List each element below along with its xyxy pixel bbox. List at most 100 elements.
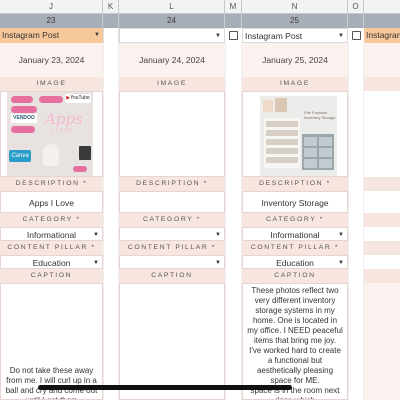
column-header-m[interactable]: M: [225, 0, 242, 14]
day-number: 25: [242, 14, 348, 28]
description-field-partial: [364, 191, 400, 213]
spacer-cell: [103, 14, 119, 28]
caption-field[interactable]: These photos reflect two very different …: [242, 283, 348, 400]
column-header-bar: J K L M N O: [0, 0, 400, 14]
post-date[interactable]: January 23, 2024: [0, 43, 103, 77]
content-pillar-value: Education: [276, 258, 314, 268]
post-checkbox[interactable]: [229, 31, 238, 40]
caption-label: CAPTION: [119, 269, 225, 283]
chevron-down-icon: ▼: [215, 232, 221, 238]
content-pillar-dropdown[interactable]: ▼: [119, 255, 225, 269]
category-dropdown[interactable]: Informational ▼: [242, 227, 348, 241]
category-dropdown[interactable]: ▼: [119, 227, 225, 241]
spacer-column: [103, 43, 119, 400]
spacer-column: [225, 43, 242, 400]
category-value: Informational: [26, 230, 77, 240]
image-label: IMAGE: [242, 77, 348, 91]
vase-icon: [43, 144, 59, 166]
pill-decoration: [73, 166, 87, 172]
description-field[interactable]: Apps I Love: [0, 191, 103, 213]
youtube-logo: ▶YouTube: [65, 94, 91, 103]
decor-item: [275, 98, 287, 112]
platform-dropdown[interactable]: Instagram Post ▼: [0, 28, 103, 43]
image-cell[interactable]: Fair Function Inventory Storage: [242, 91, 348, 177]
platform-dropdown[interactable]: Instagram Post ▼: [242, 28, 348, 43]
caption-label-partial: [364, 269, 400, 283]
canva-logo: Canva: [9, 150, 31, 162]
content-pillar-dropdown-partial: [364, 255, 400, 269]
category-label: CATEGORY *: [119, 213, 225, 227]
image-cell[interactable]: ▶YouTube VENDOO Apps I LOVE Canva: [0, 91, 103, 177]
inventory-storage-thumbnail[interactable]: Fair Function Inventory Storage: [260, 96, 337, 176]
post-date[interactable]: January 25, 2024: [242, 43, 348, 77]
platform-value: Instagram: [366, 30, 400, 40]
caption-field[interactable]: [119, 283, 225, 400]
pill-decoration: [39, 96, 63, 103]
chevron-down-icon: ▼: [93, 232, 99, 238]
platform-value: Instagram Post: [245, 31, 303, 41]
apps-subtitle: I LOVE: [51, 128, 74, 134]
day-number-row: 23 24 25: [0, 14, 400, 28]
platform-dropdown[interactable]: ▼: [119, 28, 225, 43]
content-pillar-value: Education: [32, 258, 71, 268]
content-pillar-label: CONTENT PILLAR *: [242, 241, 348, 255]
image-cell-partial: [364, 91, 400, 177]
chevron-down-icon: ▼: [215, 33, 221, 39]
post-date[interactable]: January 24, 2024: [119, 43, 225, 77]
column-header-j[interactable]: J: [0, 0, 103, 14]
chevron-down-icon: ▼: [215, 260, 221, 266]
content-pillar-label: CONTENT PILLAR *: [0, 241, 103, 255]
description-label: DESCRIPTION *: [0, 177, 103, 191]
chevron-down-icon: ▼: [94, 32, 100, 38]
post-checkbox[interactable]: [352, 31, 361, 40]
storage-drawers: [264, 118, 300, 168]
column-header-o[interactable]: O: [348, 0, 364, 14]
content-pillar-dropdown[interactable]: Education ▼: [242, 255, 348, 269]
description-field[interactable]: [119, 191, 225, 213]
pill-decoration: [11, 106, 37, 113]
storage-bins: [302, 134, 334, 170]
spacer-cell: [348, 14, 364, 28]
horizontal-scrollbar[interactable]: [38, 385, 292, 390]
checkbox-cell: [348, 28, 364, 43]
image-cell-empty[interactable]: [119, 91, 225, 177]
apps-i-love-thumbnail[interactable]: ▶YouTube VENDOO Apps I LOVE Canva: [7, 92, 93, 176]
category-dropdown-partial: [364, 227, 400, 241]
category-value: Informational: [270, 230, 320, 240]
category-dropdown[interactable]: Informational ▼: [0, 227, 103, 241]
caption-label: CAPTION: [0, 269, 103, 283]
description-field[interactable]: Inventory Storage: [242, 191, 348, 213]
column-header-n[interactable]: N: [242, 0, 348, 14]
checkbox-cell: [225, 28, 242, 43]
caption-label: CAPTION: [242, 269, 348, 283]
image-label: IMAGE: [0, 77, 103, 91]
chevron-down-icon: ▼: [338, 260, 344, 266]
description-label: DESCRIPTION *: [119, 177, 225, 191]
chevron-down-icon: ▼: [338, 232, 344, 238]
day-number: 23: [0, 14, 103, 28]
apps-title: Apps: [45, 110, 83, 128]
column-header-k[interactable]: K: [103, 0, 119, 14]
pill-decoration: [11, 126, 35, 133]
image-label-partial: [364, 77, 400, 91]
caption-text: Do not take these away from me. I will c…: [5, 366, 98, 399]
spacer-cell: [225, 14, 242, 28]
vendoo-logo: VENDOO: [11, 114, 37, 123]
platform-dropdown[interactable]: Instagram: [364, 28, 400, 43]
calculator-icon: [79, 146, 91, 160]
content-pillar-dropdown[interactable]: Education ▼: [0, 255, 103, 269]
content-pillar-label: CONTENT PILLAR *: [119, 241, 225, 255]
chevron-down-icon: ▼: [338, 33, 344, 39]
column-header-l[interactable]: L: [119, 0, 225, 14]
storage-overlay-text: Fair Function Inventory Storage: [304, 110, 336, 120]
category-label: CATEGORY *: [0, 213, 103, 227]
content-pillar-label-partial: [364, 241, 400, 255]
decor-item: [263, 100, 273, 112]
category-label: CATEGORY *: [242, 213, 348, 227]
spacer-cell: [103, 28, 119, 43]
day-number: 24: [119, 14, 225, 28]
caption-field[interactable]: Do not take these away from me. I will c…: [0, 283, 103, 400]
image-label: IMAGE: [119, 77, 225, 91]
caption-text: These photos reflect two very different …: [247, 286, 343, 385]
description-label: DESCRIPTION *: [242, 177, 348, 191]
